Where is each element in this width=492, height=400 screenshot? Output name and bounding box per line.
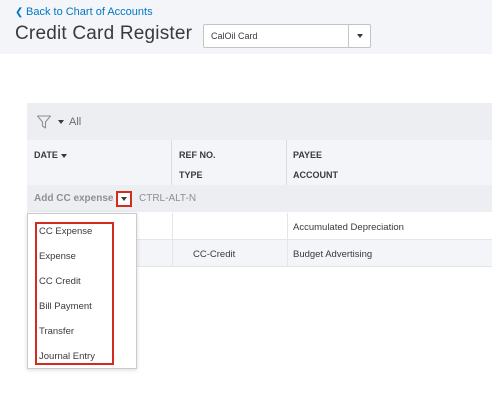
- filter-caret-down-icon[interactable]: [58, 119, 64, 124]
- back-to-chart-of-accounts-link[interactable]: ❮ Back to Chart of Accounts: [15, 6, 153, 18]
- sort-caret-down-icon: [60, 153, 67, 158]
- ref-no-column-label: REF NO.: [179, 150, 216, 160]
- page-header: ❮ Back to Chart of Accounts Credit Card …: [0, 0, 492, 54]
- row-type: CC-Credit: [193, 249, 236, 260]
- column-divider: [287, 240, 288, 267]
- page-title: Credit Card Register: [15, 23, 193, 44]
- column-divider: [172, 240, 173, 267]
- filter-bar: All: [27, 103, 492, 140]
- caret-down-icon: [356, 34, 363, 38]
- row-account: Accumulated Depreciation: [293, 222, 404, 233]
- dropdown-item-cc-credit[interactable]: CC Credit: [39, 276, 81, 287]
- caret-down-icon: [121, 197, 127, 201]
- dropdown-item-expense[interactable]: Expense: [39, 251, 76, 262]
- column-divider: [172, 213, 173, 240]
- keyboard-shortcut-hint: CTRL-ALT-N: [139, 193, 197, 204]
- dropdown-highlight-box: [35, 222, 114, 365]
- account-select-arrow[interactable]: [348, 25, 370, 47]
- chevron-left-icon: ❮: [15, 6, 24, 18]
- back-link-label: Back to Chart of Accounts: [26, 6, 153, 18]
- dropdown-item-cc-expense[interactable]: CC Expense: [39, 226, 92, 237]
- row-account: Budget Advertising: [293, 249, 373, 260]
- date-column-label: DATE: [34, 150, 58, 160]
- column-header-row: DATE REF NO. TYPE PAYEE ACCOUNT: [27, 140, 492, 185]
- payee-column-label: PAYEE: [293, 150, 323, 160]
- ref-type-column-header: REF NO. TYPE: [172, 140, 287, 185]
- dropdown-item-bill-payment[interactable]: Bill Payment: [39, 301, 92, 312]
- dropdown-item-journal-entry[interactable]: Journal Entry: [39, 351, 95, 362]
- dropdown-item-transfer[interactable]: Transfer: [39, 326, 74, 337]
- account-select-value: CalOil Card: [211, 31, 258, 41]
- filter-label: All: [69, 115, 82, 128]
- add-transaction-type-toggle[interactable]: [116, 191, 132, 207]
- transaction-type-dropdown: CC Expense Expense CC Credit Bill Paymen…: [27, 213, 137, 369]
- payee-account-column-header: PAYEE ACCOUNT: [287, 140, 492, 185]
- type-column-label: TYPE: [179, 170, 203, 180]
- add-cc-expense-button[interactable]: Add CC expense: [34, 193, 113, 204]
- account-column-label: ACCOUNT: [293, 170, 338, 180]
- date-column-header[interactable]: DATE: [27, 140, 172, 185]
- funnel-icon[interactable]: [36, 114, 52, 130]
- column-divider: [287, 213, 288, 240]
- add-transaction-row: Add CC expense CTRL-ALT-N: [27, 185, 492, 212]
- account-select[interactable]: CalOil Card: [203, 24, 371, 48]
